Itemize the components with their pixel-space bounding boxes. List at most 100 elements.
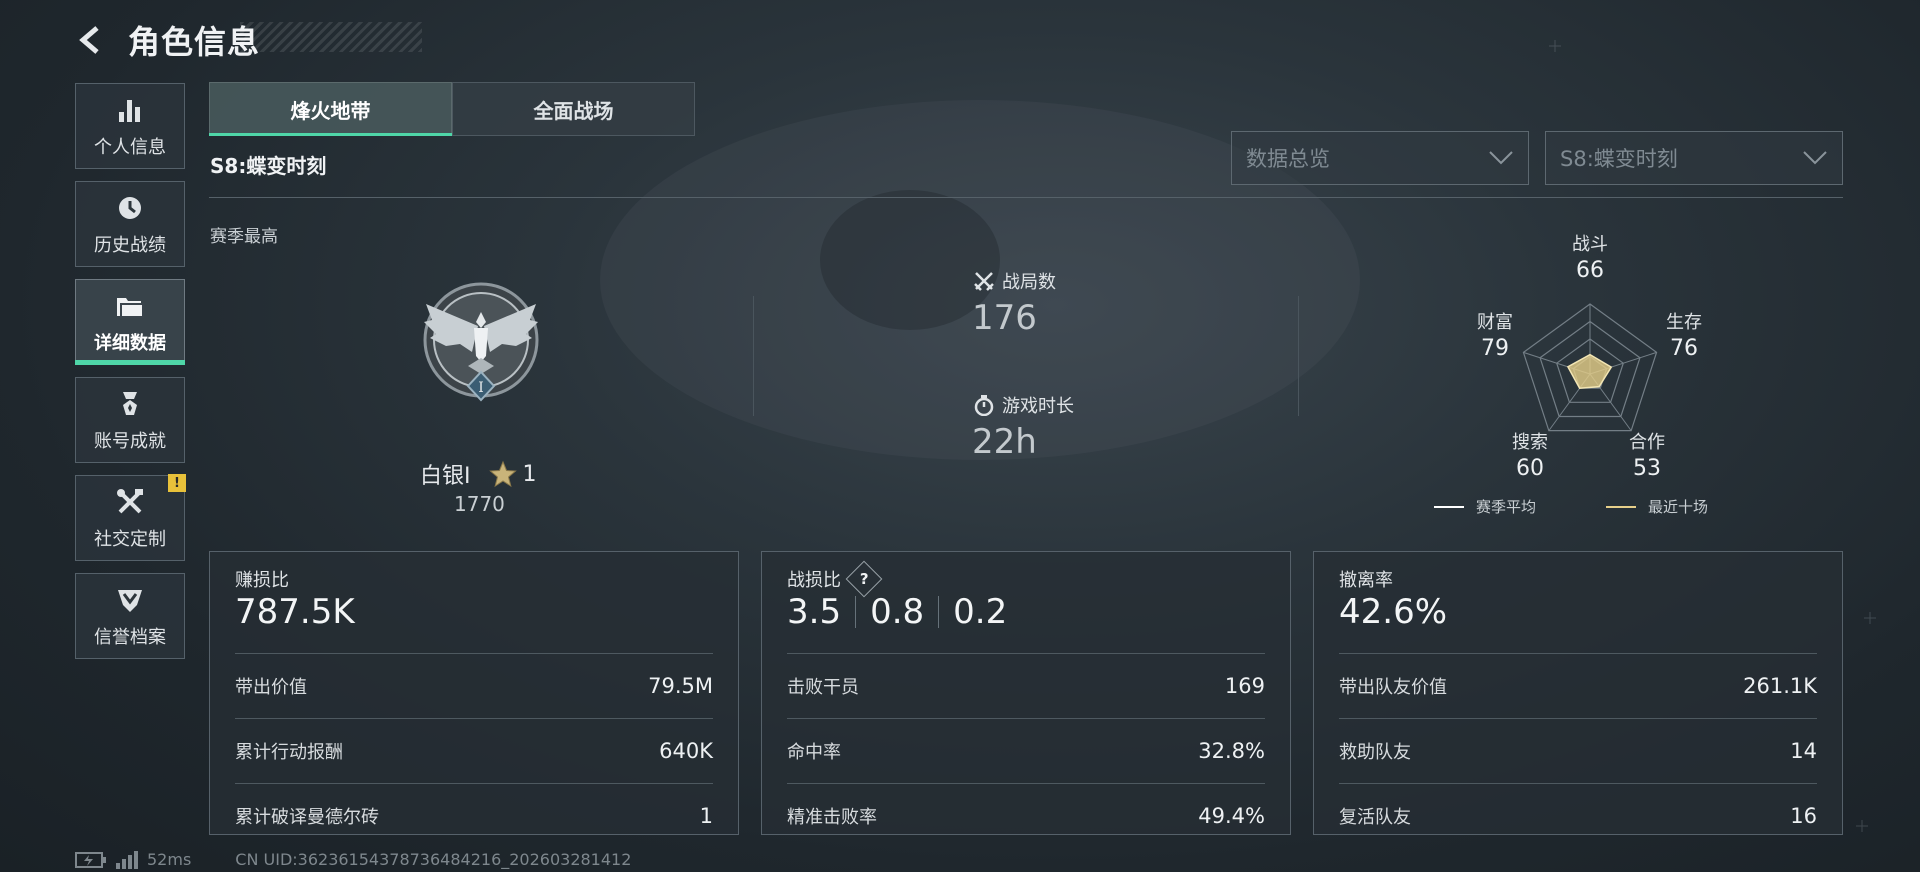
stopwatch-icon [972, 393, 996, 417]
card-row: 累计行动报酬 640K [235, 718, 713, 782]
card-row: 精准击败率 49.4% [787, 783, 1265, 847]
rank-name: 白银I [420, 464, 471, 489]
title-stripes-decoration [240, 22, 422, 52]
legend-label: 最近十场 [1648, 498, 1709, 516]
row-value: 16 [1790, 803, 1817, 828]
row-value: 32.8% [1198, 738, 1265, 763]
uid-text: CN UID:3623615437873648​4216_20260328141… [235, 850, 632, 869]
row-label: 精准击败率 [787, 806, 877, 828]
playtime-value: 22h [972, 422, 1037, 462]
legend-recent-ten: 最近十场 [1606, 496, 1708, 517]
card-row: 累计破译曼德尔砖 1 [235, 783, 713, 847]
sidebar-item-detailed-data[interactable]: 详细数据 [75, 279, 185, 365]
rank-points: 1770 [454, 492, 505, 516]
folder-icon [113, 289, 147, 323]
back-arrow-icon[interactable] [74, 22, 110, 58]
sidebar-nav: 个人信息 历史战绩 详细数据 账号成就 ! 社交定制 信誉档案 [75, 83, 186, 671]
card-big-values: 3.5 0.8 0.2 [787, 592, 1007, 632]
kd-value-3: 0.2 [953, 592, 1008, 632]
chevron-down-icon [1803, 151, 1827, 165]
sidebar-item-personal-info[interactable]: 个人信息 [75, 83, 185, 169]
matches-stat: 战局数 176 [972, 268, 1056, 338]
page-header: 角色信息 [74, 18, 260, 62]
radar-axis-value: 76 [1670, 336, 1698, 361]
sidebar-item-social-custom[interactable]: ! 社交定制 [75, 474, 186, 561]
sidebar-item-label: 历史战绩 [94, 235, 166, 256]
ping-value: 52ms [147, 850, 192, 869]
mode-tabs: 烽火地带 全面战场 [209, 82, 695, 136]
card-label: 赚损比 [235, 570, 289, 591]
star-icon [488, 460, 517, 488]
kd-value-2: 0.8 [870, 592, 925, 632]
season-select[interactable]: S8:蝶变时刻 [1545, 131, 1843, 185]
shield-icon [113, 583, 147, 617]
row-label: 带出队友价值 [1339, 676, 1447, 698]
value-separator [855, 596, 857, 628]
kd-card: 战损比 ? 3.5 0.8 0.2 击败干员 169 命中率 32.8% 精准击败率… [761, 551, 1291, 835]
legend-swatch [1434, 505, 1464, 508]
row-label: 救助队友 [1339, 741, 1411, 763]
sidebar-item-history[interactable]: 历史战绩 [75, 181, 185, 267]
row-value: 79.5M [648, 673, 713, 698]
matches-label: 战局数 [1002, 272, 1056, 293]
tab-warzone[interactable]: 烽火地带 [209, 82, 452, 136]
row-label: 累计行动报酬 [235, 741, 343, 763]
season-title: S8:蝶变时刻 [210, 154, 327, 178]
data-mode-select[interactable]: 数据总览 [1231, 131, 1529, 185]
chevron-down-icon [1489, 151, 1513, 165]
kd-value-1: 3.5 [787, 592, 842, 632]
sidebar-item-achievements[interactable]: 账号成就 [75, 377, 185, 463]
sidebar-item-reputation[interactable]: 信誉档案 [75, 573, 185, 659]
status-footer: 52ms CN UID:3623615437873648​4216_202603… [75, 850, 631, 869]
radar-axis-label: 战斗 [1572, 234, 1608, 255]
row-value: 14 [1790, 738, 1817, 763]
value-separator [938, 596, 940, 628]
battery-icon [75, 851, 107, 869]
playtime-stat: 游戏时长 22h [972, 392, 1074, 462]
ability-radar: 战斗 66 生存 76 合作 53 搜索 60 财富 79 [1460, 228, 1720, 528]
rank-emblem-numeral: I [478, 380, 484, 396]
card-label: 战损比 [787, 570, 841, 591]
legend-swatch [1606, 505, 1636, 508]
radar-axis-label: 搜索 [1512, 432, 1548, 453]
rank-line: 白银I 1 [420, 458, 537, 490]
sidebar-item-label: 社交定制 [94, 529, 166, 550]
card-row: 复活队友 16 [1339, 783, 1817, 847]
card-label: 撤离率 [1339, 570, 1393, 591]
card-row: 命中率 32.8% [787, 718, 1265, 782]
extraction-card: 撤离率 42.6% 带出队友价值 261.1K 救助队友 14 复活队友 16 [1313, 551, 1843, 835]
row-value: 1 [699, 803, 713, 828]
row-label: 累计破译曼德尔砖 [235, 806, 379, 828]
card-big-value: 787.5K [235, 592, 355, 632]
radar-axis-label: 财富 [1477, 312, 1513, 333]
rank-stars: 1 [522, 461, 537, 487]
sidebar-item-label: 账号成就 [94, 431, 166, 452]
tools-icon [113, 485, 147, 519]
radar-axis-value: 79 [1481, 336, 1509, 361]
tab-battlefield[interactable]: 全面战场 [452, 82, 695, 136]
playtime-label: 游戏时长 [1002, 396, 1074, 417]
radar-axis-label: 生存 [1666, 312, 1702, 333]
crossed-swords-icon [972, 269, 996, 293]
section-divider [209, 197, 1843, 198]
row-label: 击败干员 [787, 676, 859, 698]
legend-label: 赛季平均 [1476, 498, 1537, 516]
history-icon [113, 191, 147, 225]
sidebar-item-label: 个人信息 [94, 137, 166, 158]
sidebar-item-label: 详细数据 [94, 333, 166, 354]
sidebar-item-label: 信誉档案 [94, 627, 166, 648]
matches-value: 176 [972, 298, 1037, 338]
row-label: 复活队友 [1339, 806, 1411, 828]
radar-axis-label: 合作 [1629, 432, 1665, 453]
card-row: 击败干员 169 [787, 653, 1265, 717]
card-row: 带出价值 79.5M [235, 653, 713, 717]
legend-season-average: 赛季平均 [1434, 496, 1536, 517]
card-big-value: 42.6% [1339, 592, 1448, 632]
select-value: 数据总览 [1246, 147, 1330, 171]
radar-series-recent [1566, 353, 1613, 390]
card-row: 救助队友 14 [1339, 718, 1817, 782]
profit-card: 赚损比 787.5K 带出价值 79.5M 累计行动报酬 640K 累计破译曼德尔砖… [209, 551, 739, 835]
rank-emblem-icon: I [423, 282, 539, 402]
vertical-divider [753, 296, 754, 416]
bar-chart-icon [113, 93, 147, 127]
